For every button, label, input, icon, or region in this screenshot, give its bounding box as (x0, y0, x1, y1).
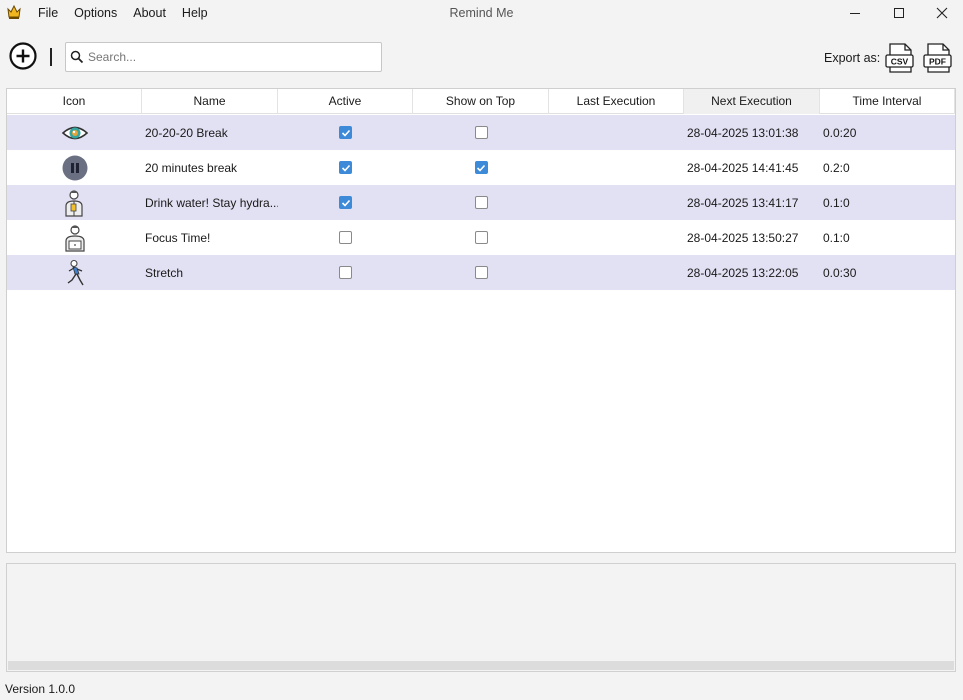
checkmark-icon (476, 164, 486, 172)
table-row[interactable]: 20 minutes break 28-04-2025 14:41:45 0.2… (7, 150, 955, 185)
csv-file-label: CSV (891, 57, 909, 67)
reminder-name: Focus Time! (145, 230, 211, 245)
title-bar: File Options About Help Remind Me (0, 0, 963, 26)
column-header-last-execution[interactable]: Last Execution (549, 89, 684, 114)
column-header-active[interactable]: Active (278, 89, 413, 114)
active-checkbox[interactable] (339, 266, 352, 279)
checkmark-icon (341, 129, 350, 137)
time-interval: 0.1:0 (823, 195, 850, 210)
table-row[interactable]: Stretch 28-04-2025 13:22:05 0.0:30 (7, 255, 955, 290)
close-icon (936, 7, 948, 19)
reminder-name: Drink water! Stay hydra... (145, 195, 278, 210)
pause-icon (62, 155, 87, 180)
column-header-name[interactable]: Name (142, 89, 278, 114)
show-on-top-checkbox[interactable] (474, 126, 488, 139)
column-header-icon[interactable]: Icon (7, 89, 142, 114)
close-button[interactable] (920, 0, 963, 26)
column-header-next-execution[interactable]: Next Execution (684, 89, 820, 114)
active-checkbox[interactable] (339, 161, 352, 174)
maximize-button[interactable] (877, 0, 921, 26)
search-box[interactable] (65, 42, 382, 72)
person-laptop-icon (64, 224, 85, 252)
active-checkbox[interactable] (339, 196, 352, 209)
maximize-icon (894, 8, 904, 18)
menu-bar: File Options About Help (38, 0, 224, 26)
column-header-time-interval[interactable]: Time Interval (820, 89, 955, 114)
export-pdf-button[interactable]: PDF (922, 42, 954, 74)
pdf-file-label: PDF (929, 57, 946, 67)
minimize-button[interactable] (833, 0, 877, 26)
reminders-table: Icon Name Active Show on Top Last Execut… (6, 88, 956, 553)
table-row[interactable]: Drink water! Stay hydra... 28-04-2025 13… (7, 185, 955, 220)
show-on-top-checkbox[interactable] (474, 266, 488, 279)
version-label: Version 1.0.0 (5, 682, 76, 696)
table-row[interactable]: 20-20-20 Break 28-04-2025 13:01:38 0.0:2… (7, 115, 955, 150)
next-execution: 28-04-2025 14:41:45 (687, 160, 799, 175)
time-interval: 0.2:0 (823, 160, 850, 175)
next-execution: 28-04-2025 13:22:05 (687, 265, 799, 280)
column-header-show-on-top[interactable]: Show on Top (413, 89, 549, 114)
eye-icon (61, 126, 88, 139)
person-drinking-icon (64, 189, 83, 217)
last-execution (549, 115, 684, 150)
last-execution (549, 255, 684, 290)
time-interval: 0.0:20 (823, 125, 857, 140)
next-execution: 28-04-2025 13:01:38 (687, 125, 799, 140)
table-row[interactable]: Focus Time! 28-04-2025 13:50:27 0.1:0 (7, 220, 955, 255)
reminder-name: 20-20-20 Break (145, 125, 228, 140)
horizontal-scrollbar[interactable] (8, 661, 954, 670)
last-execution (549, 185, 684, 220)
show-on-top-checkbox[interactable] (474, 231, 488, 244)
menu-file[interactable]: File (38, 0, 58, 26)
next-execution: 28-04-2025 13:41:17 (687, 195, 799, 210)
menu-about[interactable]: About (133, 0, 166, 26)
menu-help[interactable]: Help (182, 0, 208, 26)
time-interval: 0.0:30 (823, 265, 857, 280)
export-csv-button[interactable]: CSV (884, 42, 916, 74)
checkmark-icon (341, 164, 350, 172)
active-checkbox[interactable] (339, 231, 352, 244)
show-on-top-checkbox[interactable] (474, 161, 488, 174)
menu-options[interactable]: Options (74, 0, 117, 26)
last-execution (549, 150, 684, 185)
minimize-icon (850, 13, 860, 14)
show-on-top-checkbox[interactable] (474, 196, 488, 209)
add-reminder-button[interactable] (8, 41, 38, 71)
export-label: Export as: (824, 51, 881, 65)
active-checkbox[interactable] (339, 126, 352, 139)
next-execution: 28-04-2025 13:50:27 (687, 230, 799, 245)
table-header: Icon Name Active Show on Top Last Execut… (7, 89, 955, 114)
reminder-name: 20 minutes break (145, 160, 238, 175)
reminder-name: Stretch (145, 265, 184, 280)
search-input[interactable] (88, 44, 378, 70)
checkmark-icon (341, 199, 350, 207)
toolbar-separator (50, 48, 52, 66)
details-panel (6, 563, 956, 672)
search-icon (70, 50, 84, 64)
time-interval: 0.1:0 (823, 230, 850, 245)
person-running-icon (67, 259, 84, 285)
app-crown-icon (7, 4, 21, 19)
last-execution (549, 220, 684, 255)
